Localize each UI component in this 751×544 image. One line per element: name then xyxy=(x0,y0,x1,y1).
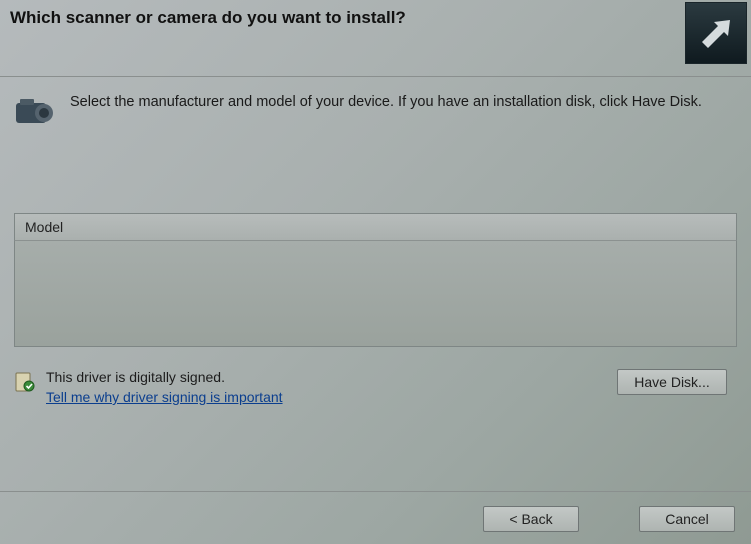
wizard-header: Which scanner or camera do you want to i… xyxy=(0,0,751,77)
wizard-page: Which scanner or camera do you want to i… xyxy=(0,0,751,544)
signing-left: This driver is digitally signed. Tell me… xyxy=(14,369,283,405)
page-title: Which scanner or camera do you want to i… xyxy=(10,8,406,28)
model-column-header: Model xyxy=(14,213,737,241)
arrow-icon xyxy=(696,12,736,55)
signing-row: This driver is digitally signed. Tell me… xyxy=(14,369,737,405)
camera-icon xyxy=(14,95,58,129)
wizard-body: Select the manufacturer and model of you… xyxy=(0,77,751,405)
certificate-icon xyxy=(14,371,36,393)
instruction-row: Select the manufacturer and model of you… xyxy=(14,93,737,129)
signing-info-link[interactable]: Tell me why driver signing is important xyxy=(46,389,283,405)
model-list[interactable] xyxy=(14,241,737,347)
have-disk-button[interactable]: Have Disk... xyxy=(617,369,727,395)
cancel-button[interactable]: Cancel xyxy=(639,506,735,532)
wizard-footer: < Back Cancel xyxy=(0,491,751,544)
signing-status: This driver is digitally signed. xyxy=(46,369,283,385)
model-section: Model xyxy=(14,213,737,347)
instruction-text: Select the manufacturer and model of you… xyxy=(70,93,702,113)
back-button[interactable]: < Back xyxy=(483,506,579,532)
signing-text-block: This driver is digitally signed. Tell me… xyxy=(46,369,283,405)
wizard-glyph-box xyxy=(685,2,747,64)
